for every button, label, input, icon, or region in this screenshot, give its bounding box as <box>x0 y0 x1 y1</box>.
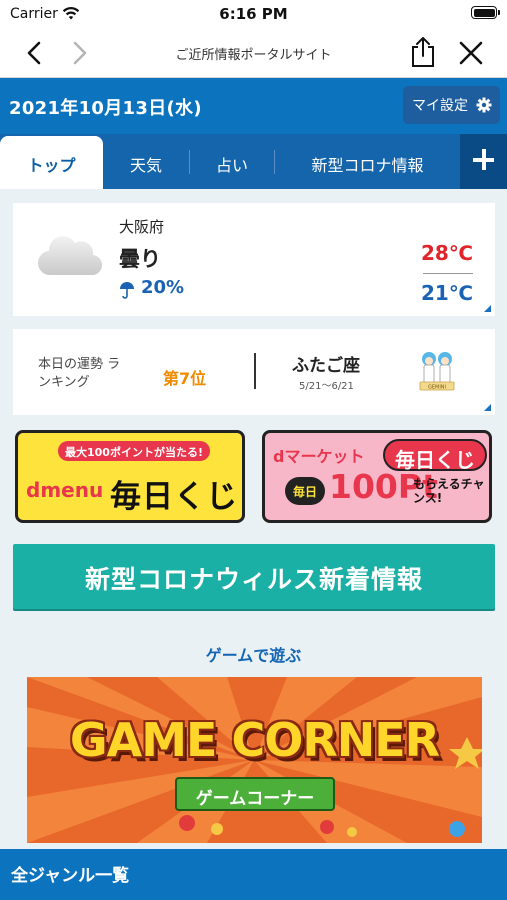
weather-card[interactable]: 大阪府 曇り 20% 28℃ 21℃ <box>13 203 495 316</box>
tab-fortune[interactable]: 占い <box>190 136 274 189</box>
game-banner-title: GAME CORNER <box>69 713 440 767</box>
browser-nav-bar: ご近所情報ポータルサイト <box>0 28 507 78</box>
dmenu-banner-title: 毎日くじ <box>110 479 238 515</box>
tab-corona-info[interactable]: 新型コロナ情報 <box>275 136 460 189</box>
high-temp: 28℃ <box>420 241 473 265</box>
fortune-rank: 第7位 <box>163 369 207 388</box>
add-tab-button[interactable] <box>460 134 507 189</box>
plus-icon <box>473 149 494 170</box>
all-genres-label: 全ジャンル一覧 <box>11 866 130 886</box>
dmarket-chance-text: もらえるチャンス! <box>413 477 485 505</box>
temp-divider <box>423 273 473 274</box>
gemini-icon: GEMINI <box>419 352 455 391</box>
dmarket-daily-lottery-banner[interactable]: dマーケット 毎日くじ 毎日 100Pt もらえるチャンス! <box>262 430 492 523</box>
dmarket-daily-badge: 毎日 <box>285 477 325 505</box>
tab-strip: トップ 天気 占い 新型コロナ情報 <box>0 134 460 189</box>
fortune-label: 本日の運勢 ランキング <box>38 357 121 390</box>
dmarket-logo: dマーケット <box>273 447 365 466</box>
current-date: 2021年10月13日(水) <box>9 98 202 119</box>
game-banner-subtitle: ゲームコーナー <box>175 777 335 811</box>
rain-chance: 20% <box>141 277 185 298</box>
more-corner-icon <box>484 305 491 312</box>
corona-news-banner[interactable]: 新型コロナウィルス新着情報 <box>13 544 495 609</box>
my-settings-label: マイ設定 <box>412 98 468 114</box>
date-header: 2021年10月13日(水) マイ設定 <box>0 78 507 134</box>
low-temp: 21℃ <box>420 281 473 305</box>
corona-news-label: 新型コロナウィルス新着情報 <box>84 565 423 594</box>
battery-icon <box>471 6 500 19</box>
dmenu-daily-lottery-banner[interactable]: 最大100ポイントが当たる! dmenu 毎日くじ <box>15 430 245 523</box>
category-tabs: トップ 天気 占い 新型コロナ情報 <box>0 134 507 189</box>
all-genres-header[interactable]: 全ジャンル一覧 <box>0 849 507 900</box>
status-bar: Carrier 6:16 PM <box>0 0 507 28</box>
tab-top[interactable]: トップ <box>0 136 103 189</box>
dmenu-top-ribbon: 最大100ポイントが当たる! <box>58 441 210 461</box>
share-icon[interactable] <box>409 36 437 68</box>
cloud-icon <box>37 236 103 276</box>
weather-condition: 曇り <box>119 247 161 271</box>
tab-weather[interactable]: 天気 <box>103 136 189 189</box>
game-corner-banner[interactable]: GAME CORNER ゲームコーナー <box>27 677 482 843</box>
more-corner-icon <box>484 404 491 411</box>
svg-text:GEMINI: GEMINI <box>428 385 446 391</box>
zodiac-sign: ふたご座 <box>292 356 360 376</box>
clock: 6:16 PM <box>219 5 288 23</box>
zodiac-dates: 5/21〜6/21 <box>299 381 354 392</box>
umbrella-icon <box>120 282 134 299</box>
fortune-divider <box>254 353 256 389</box>
my-settings-button[interactable]: マイ設定 <box>403 86 500 124</box>
gear-icon <box>476 97 492 113</box>
fortune-card[interactable]: 本日の運勢 ランキング 第7位 ふたご座 5/21〜6/21 GEMINI <box>13 329 495 415</box>
game-section-title: ゲームで遊ぶ <box>205 646 302 665</box>
close-icon[interactable] <box>457 39 485 67</box>
weather-city: 大阪府 <box>119 218 165 236</box>
dmenu-logo: dmenu <box>26 478 104 502</box>
